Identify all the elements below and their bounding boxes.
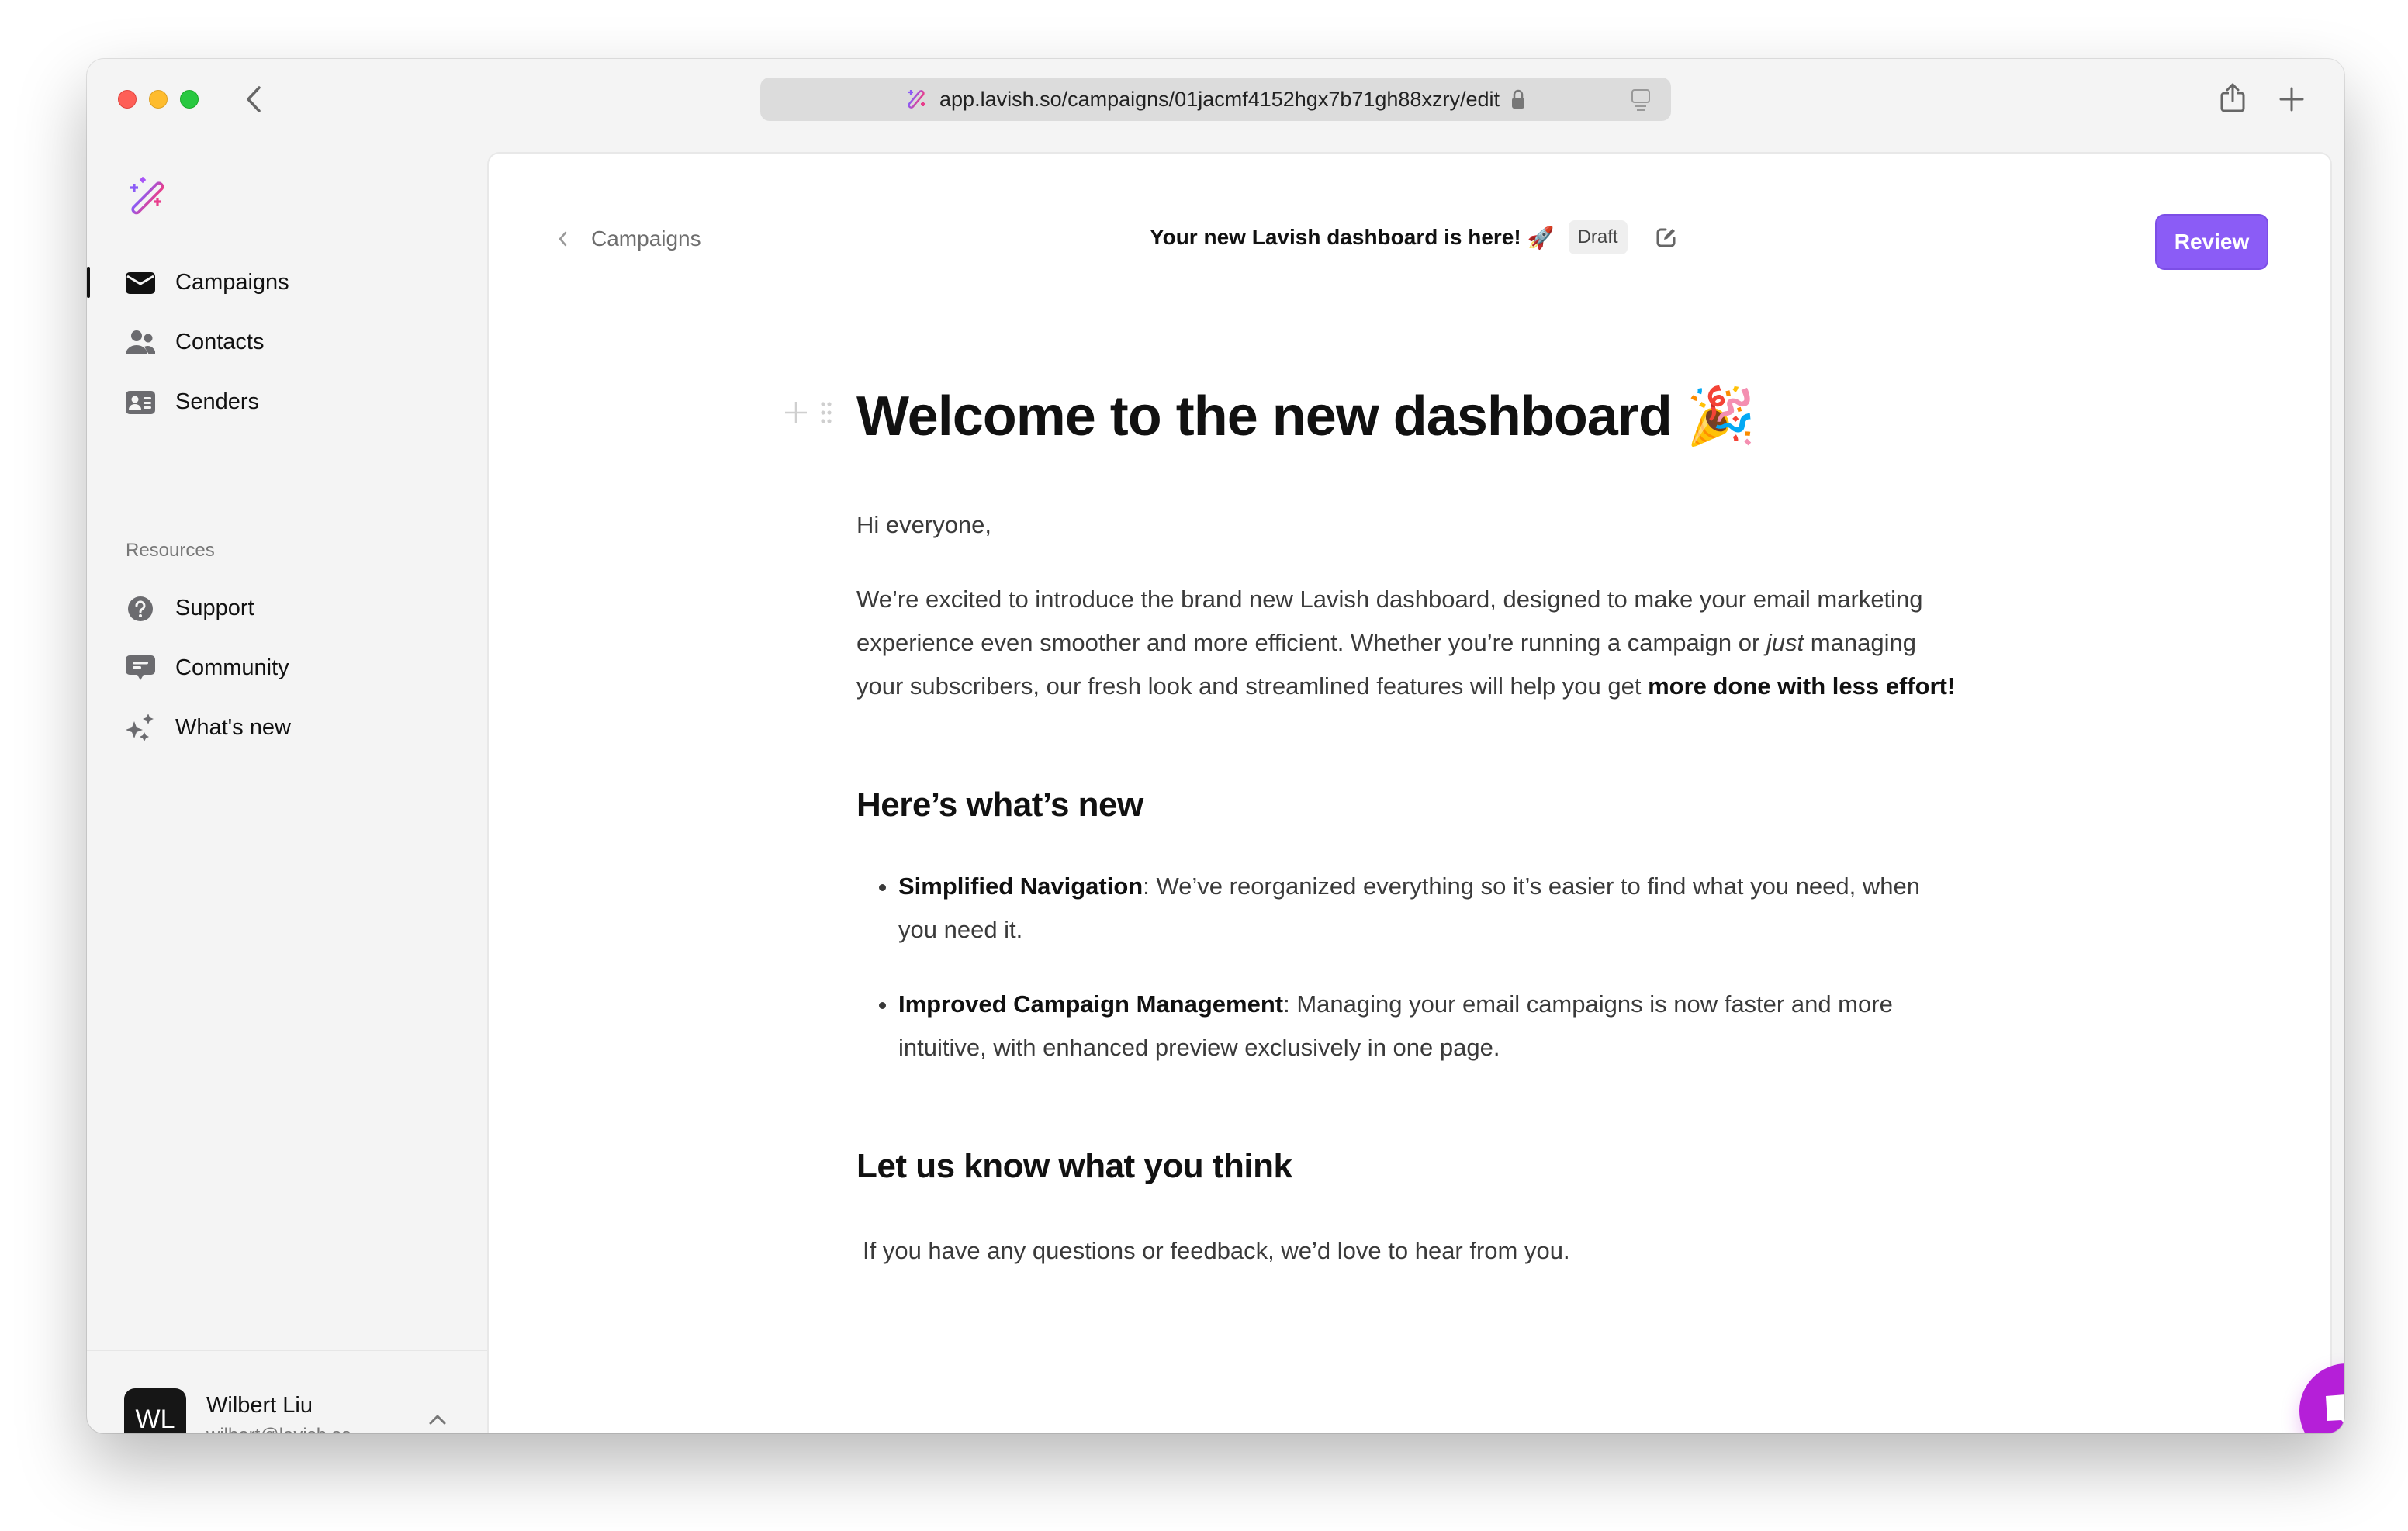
feature-title: Improved Campaign Management [898, 990, 1284, 1018]
lock-icon [1511, 89, 1524, 109]
sidebar-item-support[interactable]: Support [87, 579, 487, 638]
breadcrumb-label: Campaigns [591, 226, 701, 251]
magic-wand-icon [908, 90, 926, 109]
id-card-icon [126, 388, 155, 417]
main-nav: Campaigns Contacts Senders [87, 253, 487, 432]
heading-text: Welcome to the new dashboard [856, 385, 1673, 448]
feature-list: Simplified Navigation: We’ve reorganized… [856, 865, 1958, 1070]
sidebar-item-label: What's new [175, 715, 291, 740]
sidebar-item-label: Community [175, 655, 289, 680]
share-icon[interactable] [2219, 82, 2247, 113]
section-heading[interactable]: Let us know what you think [856, 1147, 1958, 1186]
sidebar-item-contacts[interactable]: Contacts [87, 313, 487, 372]
chevron-up-icon[interactable] [428, 1413, 447, 1426]
sidebar-item-label: Campaigns [175, 270, 289, 295]
block-toolbar [784, 400, 833, 425]
user-email: wilbert@lavish.so [206, 1425, 351, 1434]
window-controls [118, 90, 199, 109]
document-heading[interactable]: Welcome to the new dashboard 🎉 [856, 385, 1958, 448]
drag-handle-icon[interactable] [819, 400, 833, 425]
sidebar-item-campaigns[interactable]: Campaigns [87, 253, 487, 313]
maximize-window-button[interactable] [180, 90, 199, 109]
email-editor[interactable]: Welcome to the new dashboard 🎉 Hi everyo… [785, 385, 1958, 1273]
feature-title: Simplified Navigation [898, 873, 1143, 900]
status-badge: Draft [1568, 220, 1628, 254]
sidebar-item-whats-new[interactable]: What's new [87, 698, 487, 758]
url-text: app.lavish.so/campaigns/01jacmf4152hgx7b… [939, 87, 1500, 111]
closing-paragraph[interactable]: If you have any questions or feedback, w… [856, 1229, 1958, 1273]
rocket-emoji: 🚀 [1527, 225, 1555, 250]
chevron-left-icon [559, 231, 567, 247]
resources-section-label: Resources [126, 540, 215, 561]
edit-icon[interactable] [1656, 226, 1677, 248]
sidebar-item-label: Senders [175, 389, 260, 414]
divider [87, 1350, 487, 1351]
question-circle-icon [126, 594, 155, 624]
magic-wand-logo-icon[interactable] [127, 177, 168, 217]
intro-italic: just [1766, 629, 1804, 657]
breadcrumb-back-link[interactable]: Campaigns [557, 226, 701, 251]
sidebar-item-senders[interactable]: Senders [87, 372, 487, 432]
campaign-editor-panel: Campaigns Your new Lavish dashboard is h… [487, 152, 2332, 1433]
party-popper-emoji: 🎉 [1686, 385, 1756, 448]
sidebar-item-label: Contacts [175, 330, 265, 354]
users-icon [126, 328, 155, 358]
add-block-icon[interactable] [784, 400, 808, 425]
sidebar-item-label: Support [175, 596, 254, 620]
envelope-icon [126, 268, 155, 298]
minimize-window-button[interactable] [149, 90, 168, 109]
intro-bold: more done with less effort! [1648, 672, 1956, 700]
sidebar: Campaigns Contacts Senders Resources Sup… [87, 152, 487, 1433]
chat-icon [2326, 1394, 2344, 1424]
resources-nav: Support Community What's new [87, 579, 487, 758]
browser-window: app.lavish.so/campaigns/01jacmf4152hgx7b… [87, 59, 2344, 1433]
intro-paragraph[interactable]: We’re excited to introduce the brand new… [856, 578, 1958, 708]
list-item[interactable]: Improved Campaign Management: Managing y… [898, 983, 1958, 1070]
sidebar-item-community[interactable]: Community [87, 638, 487, 698]
avatar: WL [124, 1388, 186, 1433]
campaign-title: Your new Lavish dashboard is here! [1150, 225, 1521, 249]
plus-icon[interactable] [2279, 87, 2304, 112]
chevron-left-icon[interactable] [242, 85, 265, 113]
campaign-title-bar: Your new Lavish dashboard is here! 🚀 Dra… [1150, 220, 1677, 254]
browser-toolbar: app.lavish.so/campaigns/01jacmf4152hgx7b… [87, 59, 2344, 152]
intro-text: We’re excited to introduce the brand new… [856, 586, 1923, 657]
reader-mode-icon[interactable] [1631, 88, 1651, 112]
user-name: Wilbert Liu [206, 1392, 313, 1418]
greeting-paragraph[interactable]: Hi everyone, [856, 503, 1958, 547]
chat-bubble-icon [126, 654, 155, 683]
review-button[interactable]: Review [2155, 214, 2268, 270]
close-window-button[interactable] [118, 90, 137, 109]
list-item[interactable]: Simplified Navigation: We’ve reorganized… [898, 865, 1958, 952]
section-heading[interactable]: Here’s what’s new [856, 786, 1958, 824]
sparkles-icon [126, 713, 155, 743]
user-info: Wilbert Liu wilbert@lavish.so [206, 1393, 351, 1434]
address-bar[interactable]: app.lavish.so/campaigns/01jacmf4152hgx7b… [760, 78, 1671, 121]
user-account-menu[interactable]: WL Wilbert Liu wilbert@lavish.so [124, 1388, 351, 1433]
